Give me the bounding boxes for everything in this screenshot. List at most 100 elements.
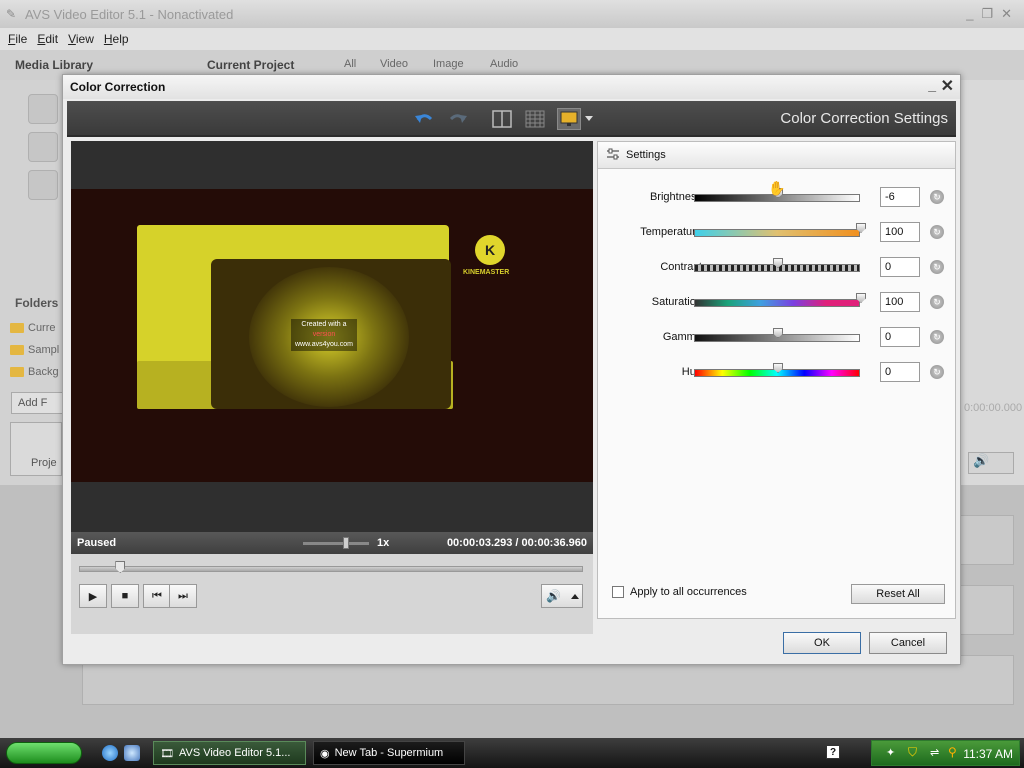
effects-icon[interactable] — [28, 170, 58, 200]
add-media-icon[interactable] — [28, 94, 58, 124]
setting-value-field[interactable]: 0 — [880, 327, 920, 347]
apply-all-row[interactable]: Apply to all occurrences — [612, 586, 747, 598]
dialog-body: Color Correction Settings K KINEMASTER C… — [67, 101, 956, 634]
folders-label: Folders — [15, 296, 59, 310]
window-controls: _ ❐ ✕ — [966, 6, 1012, 22]
play-button[interactable]: ▶ — [79, 584, 107, 608]
setting-slider[interactable] — [694, 223, 866, 237]
reset-icon[interactable]: ↻ — [930, 295, 944, 309]
add-folder-button[interactable]: Add F — [11, 392, 63, 414]
video-preview[interactable]: K KINEMASTER Created with a version www.… — [71, 141, 593, 532]
setting-slider[interactable] — [694, 363, 860, 377]
reset-icon[interactable]: ↻ — [930, 330, 944, 344]
reset-icon[interactable]: ↻ — [930, 260, 944, 274]
folder-icon — [10, 323, 24, 333]
start-button[interactable] — [6, 742, 82, 764]
setting-value-field[interactable]: 100 — [880, 292, 920, 312]
task-avs-video-editor[interactable]: 🎞 AVS Video Editor 5.1... — [153, 741, 306, 765]
color-correction-dialog: Color Correction _ ✕ Color Correction Se… — [62, 74, 961, 665]
filter-tab-all[interactable]: All — [344, 58, 356, 70]
setting-row-temperature: Temperature: 100 ↻ — [598, 222, 955, 244]
setting-value-field[interactable]: -6 — [880, 187, 920, 207]
task-supermium[interactable]: ◉ New Tab - Supermium — [313, 741, 465, 765]
current-project-label: Current Project — [207, 58, 295, 72]
next-frame-button[interactable]: ⏭ — [169, 584, 197, 608]
internet-explorer-icon[interactable] — [102, 745, 118, 761]
help-icon[interactable]: ? — [826, 745, 840, 759]
setting-row-saturation: Saturation: 100 ↻ — [598, 292, 955, 314]
play-icon: ▶ — [88, 590, 98, 603]
setting-slider-thumb[interactable] — [773, 328, 783, 338]
setting-row-hue: Hue:0↻ — [598, 362, 955, 384]
folder-item-current[interactable]: Curre — [10, 322, 56, 334]
minimize-icon[interactable]: _ — [928, 77, 936, 93]
setting-value-field[interactable]: 0 — [880, 257, 920, 277]
undo-icon[interactable] — [413, 108, 435, 130]
ok-button[interactable]: OK — [783, 632, 861, 654]
close-icon[interactable]: ✕ — [1001, 6, 1012, 22]
preview-panel: K KINEMASTER Created with a version www.… — [71, 141, 593, 634]
chevron-up-icon[interactable] — [571, 594, 579, 599]
speed-slider-thumb[interactable] — [342, 537, 349, 549]
speed-slider[interactable] — [303, 537, 369, 549]
menu-view[interactable]: View — [68, 32, 94, 46]
tray-security-icon[interactable]: ⛉ — [908, 745, 917, 760]
clock[interactable]: 11:37 AM — [963, 747, 1013, 761]
seek-bar[interactable] — [79, 561, 583, 573]
app-volume-button[interactable]: 🔊 — [968, 452, 1014, 474]
setting-slider[interactable] — [694, 258, 860, 272]
volume-button[interactable]: 🔊 — [541, 584, 583, 608]
setting-slider[interactable] — [694, 293, 866, 307]
cancel-button[interactable]: Cancel — [869, 632, 947, 654]
reset-icon[interactable]: ↻ — [930, 365, 944, 379]
setting-slider-thumb[interactable] — [856, 293, 866, 303]
apply-all-label: Apply to all occurrences — [630, 586, 747, 598]
settings-header[interactable]: Settings — [598, 142, 955, 169]
split-view-icon[interactable] — [491, 108, 513, 130]
setting-slider-thumb[interactable] — [773, 363, 783, 373]
transitions-icon[interactable] — [28, 132, 58, 162]
settings-panel: Settings Brightness: -6 ↻ Temperature: 100 ↻ C… — [597, 141, 956, 619]
avs-app-icon: 🎞 — [160, 747, 174, 760]
stop-button[interactable]: ■ — [111, 584, 139, 608]
menu-help[interactable]: Help — [104, 32, 129, 46]
redo-icon[interactable] — [447, 108, 469, 130]
watermark-line-3: www.avs4you.com — [295, 341, 353, 348]
restore-icon[interactable]: ❐ — [981, 6, 993, 22]
reset-icon[interactable]: ↻ — [930, 190, 944, 204]
folder-item-backgrounds[interactable]: Backg — [10, 366, 59, 378]
tray-network-icon[interactable]: ✦ — [886, 746, 895, 759]
setting-value-field[interactable]: 100 — [880, 222, 920, 242]
menu-file[interactable]: File — [8, 32, 27, 46]
watermark-line-1: Created with a — [301, 321, 347, 328]
seek-thumb[interactable] — [115, 561, 126, 573]
reset-icon[interactable]: ↻ — [930, 225, 944, 239]
monitor-icon[interactable] — [557, 108, 581, 130]
dialog-heading: Color Correction Settings — [780, 110, 948, 127]
app-logo-icon: ✎ — [6, 7, 17, 21]
setting-slider-thumb[interactable] — [773, 258, 783, 268]
prev-frame-button[interactable]: ⏮ — [143, 584, 171, 608]
tray-speaker-icon[interactable]: ⇌ — [930, 746, 939, 759]
setting-value-field[interactable]: 0 — [880, 362, 920, 382]
grid-view-icon[interactable] — [524, 108, 546, 130]
close-icon[interactable]: ✕ — [941, 76, 954, 96]
setting-slider-thumb[interactable] — [856, 223, 866, 233]
show-desktop-icon[interactable] — [124, 745, 140, 761]
folder-item-samples[interactable]: Sampl — [10, 344, 59, 356]
project-button[interactable]: Proje — [10, 422, 62, 476]
stop-icon: ■ — [121, 590, 129, 602]
filter-tab-image[interactable]: Image — [433, 58, 464, 70]
minimize-icon[interactable]: _ — [966, 6, 973, 22]
filter-tab-video[interactable]: Video — [380, 58, 408, 70]
filter-tab-audio[interactable]: Audio — [490, 58, 518, 70]
folder-label: Sampl — [28, 344, 60, 356]
playback-status-bar: Paused 1x 00:00:03.293 / 00:00:36.960 — [71, 532, 593, 554]
setting-slider[interactable] — [694, 328, 860, 342]
apply-all-checkbox[interactable] — [612, 586, 624, 598]
tray-search-icon[interactable]: ⚲ — [948, 745, 957, 759]
menu-edit[interactable]: Edit — [37, 32, 58, 46]
chevron-down-icon[interactable] — [583, 108, 595, 130]
kinemaster-logo: K — [475, 235, 505, 265]
reset-all-button[interactable]: Reset All — [851, 584, 945, 604]
